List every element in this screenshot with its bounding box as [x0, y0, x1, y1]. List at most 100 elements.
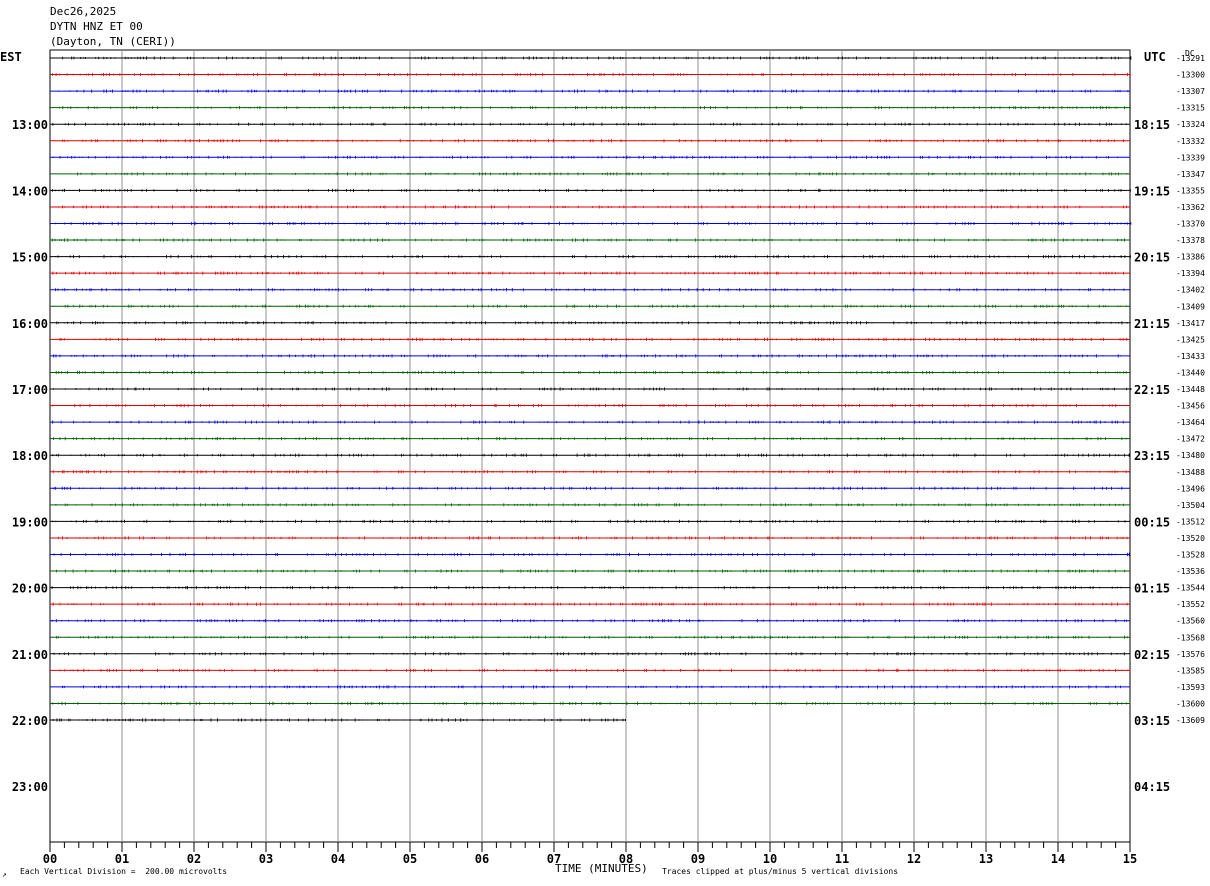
trace-30 [50, 536, 1130, 540]
trace-5 [50, 122, 1130, 126]
utc-hour-label: 02:15 [1134, 648, 1170, 662]
trace-3 [50, 89, 1130, 93]
trace-6 [50, 139, 1130, 143]
dc-offset-label: -13362 [1176, 203, 1205, 212]
dc-offset-label: -13300 [1176, 71, 1205, 80]
x-tick-label: 12 [907, 852, 921, 866]
est-hour-label: 22:00 [12, 714, 48, 728]
x-tick-label: 04 [331, 852, 345, 866]
helicorder-plot: 00 01 02 03 04 05 06 07 08 09 10 11 12 13 14 1513:0014:… [12, 49, 1205, 866]
utc-hour-label: 22:15 [1134, 383, 1170, 397]
x-tick-label: 01 [115, 852, 129, 866]
trace-11 [50, 221, 1132, 226]
x-tick-label: 06 [475, 852, 489, 866]
trace-7 [50, 155, 1131, 159]
utc-hour-label: 00:15 [1134, 515, 1170, 529]
dc-offset-label: -13609 [1176, 716, 1205, 725]
dc-offset-label: -13480 [1176, 451, 1205, 460]
x-tick-label: 02 [187, 852, 201, 866]
trace-27 [50, 486, 1130, 490]
x-tick-label: 11 [835, 852, 849, 866]
x-tick-label: 13 [979, 852, 993, 866]
trace-40 [50, 701, 1131, 706]
trace-22 [50, 403, 1131, 408]
dc-offset-label: -13355 [1176, 186, 1205, 195]
trace-1 [50, 56, 1132, 60]
trace-12 [50, 238, 1130, 242]
x-tick-label: 09 [691, 852, 705, 866]
utc-hour-label: 04:15 [1134, 780, 1170, 794]
utc-hour-label: 23:15 [1134, 449, 1170, 463]
dc-offset-label: -13386 [1176, 253, 1205, 262]
utc-hour-label: 03:15 [1134, 714, 1170, 728]
dc-offset-label: -13600 [1176, 699, 1205, 708]
trace-10 [50, 205, 1130, 209]
dc-offset-label: -13456 [1176, 402, 1205, 411]
trace-21 [50, 387, 1132, 391]
est-hour-label: 18:00 [12, 449, 48, 463]
dc-offset-label: -13370 [1176, 220, 1205, 229]
trace-13 [50, 254, 1131, 259]
trace-25 [50, 453, 1130, 457]
dc-offset-label: -13394 [1176, 269, 1205, 278]
x-tick-label: 14 [1051, 852, 1065, 866]
est-hour-label: 13:00 [12, 118, 48, 132]
dc-offset-label: -13472 [1176, 435, 1205, 444]
trace-34 [50, 602, 1130, 606]
trace-28 [50, 503, 1130, 507]
dc-offset-label: -13544 [1176, 584, 1205, 593]
x-tick-label: 03 [259, 852, 273, 866]
trace-29 [50, 519, 1131, 524]
est-hour-label: 23:00 [12, 780, 48, 794]
dc-offset-label: -13536 [1176, 567, 1205, 576]
x-axis-title: TIME (MINUTES) [555, 862, 648, 875]
utc-hour-label: 01:15 [1134, 582, 1170, 596]
x-tick-label: 10 [763, 852, 777, 866]
dc-offset-label: -13496 [1176, 484, 1205, 493]
scale-icon: ↗ [2, 870, 7, 879]
dc-offset-label: -13464 [1176, 418, 1205, 427]
dc-offset-label: -13378 [1176, 236, 1205, 245]
dc-offset-label: -13568 [1176, 633, 1205, 642]
trace-39 [50, 685, 1130, 689]
trace-31 [50, 552, 1130, 557]
est-hour-label: 15:00 [12, 251, 48, 265]
est-hour-label: 20:00 [12, 582, 48, 596]
dc-offset-label: -13409 [1176, 302, 1205, 311]
utc-hour-label: 21:15 [1134, 317, 1170, 331]
dc-offset-label: -13585 [1176, 666, 1205, 675]
trace-32 [50, 569, 1130, 573]
x-tick-label: 00 [43, 852, 57, 866]
est-hour-label: 19:00 [12, 515, 48, 529]
dc-offset-label: -13332 [1176, 137, 1205, 146]
dc-offset-label: -13512 [1176, 517, 1205, 526]
trace-16 [50, 304, 1130, 308]
trace-9 [50, 188, 1131, 193]
dc-offset-label: -13324 [1176, 120, 1205, 129]
dc-offset-label: -13417 [1176, 319, 1205, 328]
dc-offset-label: -13425 [1176, 335, 1205, 344]
dc-offset-label: -13291 [1176, 54, 1205, 63]
trace-26 [50, 470, 1130, 474]
clip-note: Traces clipped at plus/minus 5 vertical … [662, 867, 899, 876]
dc-offset-label: -13593 [1176, 683, 1205, 692]
trace-33 [50, 585, 1131, 590]
dc-offset-label: -13307 [1176, 87, 1205, 96]
dc-offset-label: -13440 [1176, 368, 1205, 377]
est-hour-label: 21:00 [12, 648, 48, 662]
dc-offset-label: -13433 [1176, 352, 1205, 361]
plot-frame [49, 49, 1131, 843]
trace-4 [50, 106, 1131, 110]
est-hour-label: 17:00 [12, 383, 48, 397]
dc-offset-label: -13315 [1176, 104, 1205, 113]
trace-24 [50, 437, 1130, 441]
dc-offset-label: -13347 [1176, 170, 1205, 179]
est-hour-label: 16:00 [12, 317, 48, 331]
dc-offset-label: -13488 [1176, 468, 1205, 477]
trace-8 [50, 172, 1130, 176]
trace-19 [50, 354, 1131, 358]
trace-38 [50, 668, 1131, 672]
trace-17 [50, 321, 1131, 325]
dc-offset-label: -13448 [1176, 385, 1205, 394]
trace-2 [50, 72, 1131, 77]
